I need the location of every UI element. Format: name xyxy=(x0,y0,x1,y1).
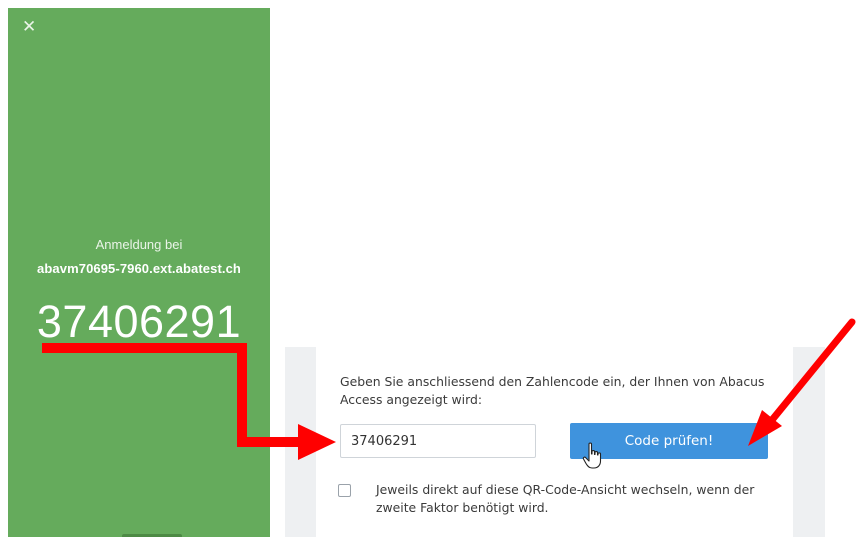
close-icon[interactable]: ✕ xyxy=(22,18,36,35)
authenticator-screen: ✕ Anmeldung bei abavm70695-7960.ext.abat… xyxy=(8,8,270,537)
code-entry-panel: Geben Sie anschliessend den Zahlencode e… xyxy=(316,347,793,537)
host-name: abavm70695-7960.ext.abatest.ch xyxy=(37,261,241,276)
code-display: 37406291 xyxy=(36,296,242,347)
instruction-text: Geben Sie anschliessend den Zahlencode e… xyxy=(340,374,765,407)
code-input[interactable] xyxy=(340,424,536,458)
hand-cursor-icon xyxy=(582,442,602,469)
switch-view-checkbox[interactable] xyxy=(338,484,351,497)
login-label: Anmeldung bei xyxy=(95,237,183,252)
checkbox-label: Jeweils direkt auf diese QR-Code-Ansicht… xyxy=(376,482,755,515)
